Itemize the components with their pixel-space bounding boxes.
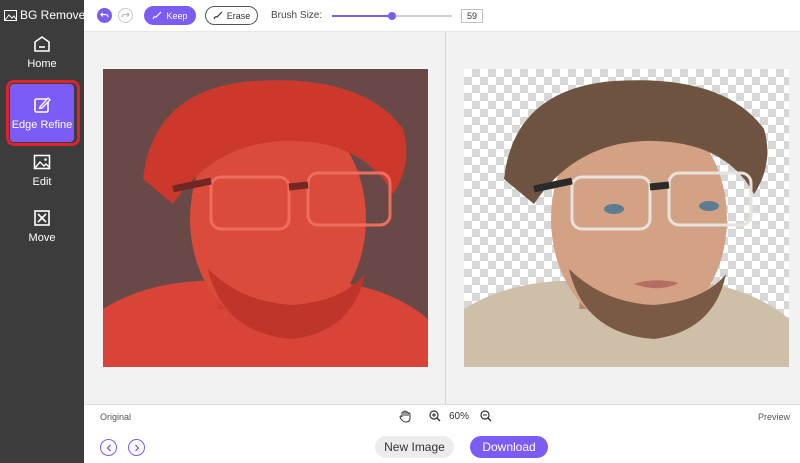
erase-label: Erase — [226, 10, 251, 21]
sidebar-item-edge-refine[interactable]: Edge Refine — [0, 80, 84, 146]
slider-fill — [332, 15, 392, 17]
toolbar: Keep Erase Brush Size: 59 — [84, 0, 800, 32]
hand-icon[interactable] — [399, 410, 411, 423]
sidebar-item-home[interactable]: Home — [0, 34, 84, 86]
next-button[interactable] — [128, 439, 145, 456]
app-title: BG Remover — [4, 8, 89, 22]
edge-refine-icon — [34, 97, 51, 113]
eraser-icon — [213, 11, 223, 20]
keep-button[interactable]: Keep — [144, 6, 196, 25]
redo-icon — [121, 12, 130, 18]
original-portrait-masked — [103, 69, 428, 367]
redo-button[interactable] — [118, 8, 133, 23]
keep-label: Keep — [166, 10, 188, 21]
original-image[interactable] — [103, 69, 428, 367]
canvas-area — [84, 32, 800, 404]
preview-portrait-cutout — [464, 80, 789, 367]
preview-label: Preview — [757, 412, 790, 422]
brush-size-value[interactable]: 59 — [461, 9, 483, 23]
sidebar-item-label: Home — [27, 58, 57, 70]
brush-size-label: Brush Size: — [271, 10, 323, 21]
panel-divider — [445, 32, 446, 404]
sidebar: BG Remover Home Edge Refine Edit Move — [0, 0, 89, 463]
erase-button[interactable]: Erase — [205, 6, 258, 25]
bottom-bar: New Image Download — [84, 428, 800, 463]
image-edit-icon — [33, 154, 51, 170]
sidebar-item-label: Edge Refine — [11, 119, 73, 131]
chevron-left-icon — [106, 444, 111, 451]
app-title-text: BG Remover — [20, 8, 90, 22]
zoom-out-icon[interactable] — [480, 410, 492, 422]
original-label: Original — [100, 412, 132, 422]
slider-thumb[interactable] — [388, 12, 396, 20]
brush-size-slider[interactable] — [332, 12, 452, 20]
move-icon — [34, 210, 50, 226]
download-button[interactable]: Download — [470, 436, 548, 458]
undo-icon — [100, 12, 109, 18]
home-icon — [34, 36, 50, 52]
zoom-in-icon[interactable] — [429, 410, 441, 422]
previous-button[interactable] — [100, 439, 117, 456]
zoom-level: 60% — [449, 411, 470, 422]
brush-icon — [152, 11, 162, 20]
chevron-right-icon — [134, 444, 139, 451]
app-logo-icon — [4, 9, 17, 21]
new-image-button[interactable]: New Image — [375, 436, 454, 458]
sidebar-item-label: Move — [28, 232, 56, 244]
preview-image[interactable] — [464, 69, 789, 367]
sidebar-item-label: Edit — [32, 176, 52, 188]
sidebar-item-move[interactable]: Move — [0, 208, 84, 260]
status-bar: Original 60% Preview — [84, 404, 800, 428]
undo-button[interactable] — [97, 8, 112, 23]
sidebar-item-edit[interactable]: Edit — [0, 152, 84, 204]
